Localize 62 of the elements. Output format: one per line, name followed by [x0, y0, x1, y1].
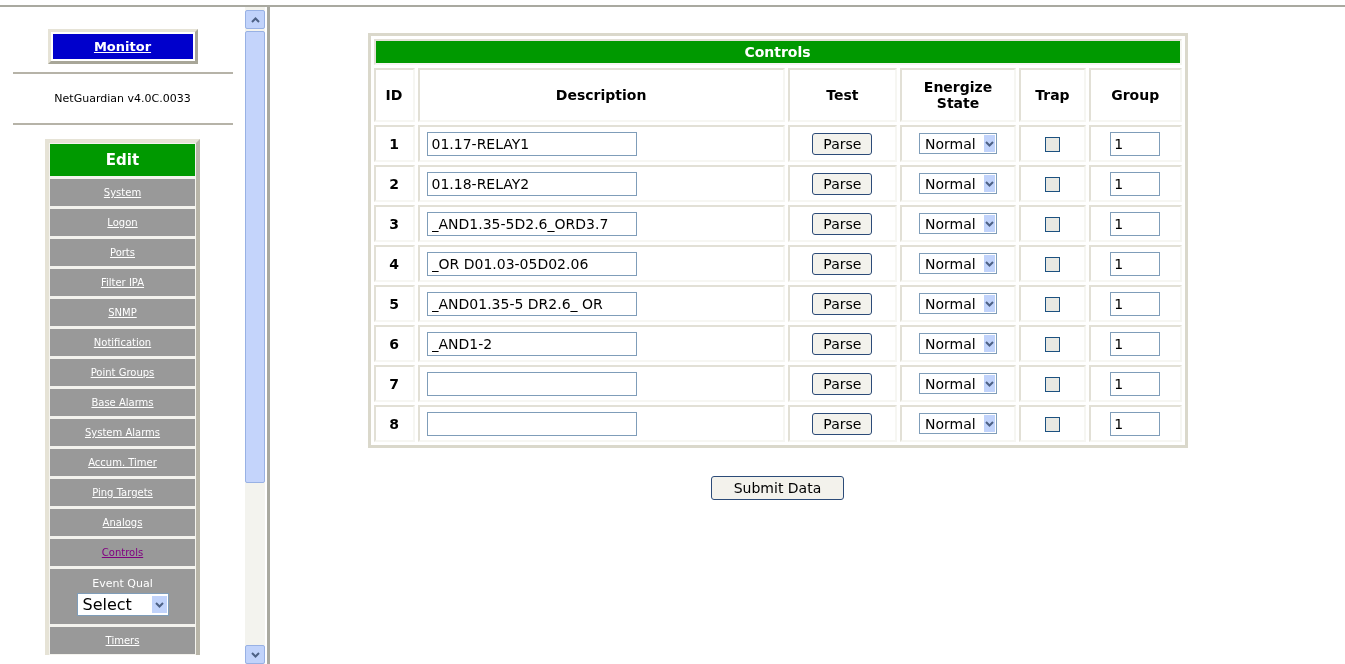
energize-state-dropdown[interactable]: Normal	[919, 213, 998, 234]
trap-checkbox[interactable]	[1044, 176, 1060, 192]
trap-checkbox[interactable]	[1044, 296, 1060, 312]
parse-button[interactable]: Parse	[812, 132, 873, 155]
parse-button[interactable]: Parse	[812, 252, 873, 275]
scrollbar-drawing[interactable]	[245, 7, 265, 664]
column-header: ID	[373, 68, 415, 122]
parse-button[interactable]: Parse	[812, 372, 873, 395]
select-label: Event Qual	[92, 577, 153, 590]
energize-state-dropdown[interactable]: Normal	[919, 133, 998, 154]
trap-checkbox[interactable]	[1044, 216, 1060, 232]
description-field[interactable]: _AND1-2	[426, 331, 637, 356]
column-header: Trap	[1019, 68, 1086, 122]
id-cell: 4	[373, 245, 415, 282]
group-field[interactable]: 1	[1110, 411, 1161, 436]
id-cell: 3	[373, 205, 415, 242]
group-field[interactable]: 1	[1110, 291, 1161, 316]
description-field[interactable]	[426, 371, 637, 396]
trap-checkbox[interactable]	[1044, 416, 1060, 432]
column-header: Description	[417, 68, 785, 122]
id-cell: 8	[373, 405, 415, 442]
column-header: Energize State	[900, 68, 1017, 122]
parse-button[interactable]: Parse	[812, 412, 873, 435]
id-cell: 1	[373, 125, 415, 162]
group-field[interactable]: 1	[1110, 251, 1161, 276]
group-field[interactable]: 1	[1110, 131, 1161, 156]
energize-state-dropdown[interactable]: Normal	[919, 413, 998, 434]
parse-button[interactable]: Parse	[812, 172, 873, 195]
table-title: Controls	[373, 39, 1182, 65]
column-header: Group	[1088, 68, 1182, 122]
description-field[interactable]: 01.18-RELAY2	[426, 171, 637, 196]
trap-checkbox[interactable]	[1044, 336, 1060, 352]
column-header: Test	[787, 68, 898, 122]
description-field[interactable]: _AND1.35-5D2.6_ORD3.7	[426, 211, 637, 236]
energize-state-dropdown[interactable]: Normal	[919, 333, 998, 354]
energize-state-dropdown[interactable]: Normal	[919, 293, 998, 314]
monitor-link[interactable]: Monitor	[52, 34, 193, 59]
event-qual-dropdown[interactable]: Select	[76, 593, 169, 616]
submit-button[interactable]: Submit Data	[710, 476, 845, 500]
version-text: NetGuardian v4.0C.0033	[54, 91, 191, 107]
trap-checkbox[interactable]	[1044, 136, 1060, 152]
description-field[interactable]: _AND01.35-5 DR2.6_ OR	[426, 291, 637, 316]
energize-state-dropdown[interactable]: Normal	[919, 373, 998, 394]
parse-button[interactable]: Parse	[812, 332, 873, 355]
id-cell: 5	[373, 285, 415, 322]
description-field[interactable]: 01.17-RELAY1	[426, 131, 637, 156]
group-field[interactable]: 1	[1110, 331, 1161, 356]
energize-state-dropdown[interactable]: Normal	[919, 253, 998, 274]
parse-button[interactable]: Parse	[812, 292, 873, 315]
id-cell: 6	[373, 325, 415, 362]
id-cell: 2	[373, 165, 415, 202]
description-field[interactable]: _OR D01.03-05D02.06	[426, 251, 637, 276]
description-field[interactable]	[426, 411, 637, 436]
group-field[interactable]: 1	[1110, 211, 1161, 236]
trap-checkbox[interactable]	[1044, 376, 1060, 392]
energize-state-dropdown[interactable]: Normal	[919, 173, 998, 194]
parse-button[interactable]: Parse	[812, 212, 873, 235]
group-field[interactable]: 1	[1110, 371, 1161, 396]
group-field[interactable]: 1	[1110, 171, 1161, 196]
trap-checkbox[interactable]	[1044, 256, 1060, 272]
id-cell: 7	[373, 365, 415, 402]
edit-header: Edit	[50, 144, 195, 176]
